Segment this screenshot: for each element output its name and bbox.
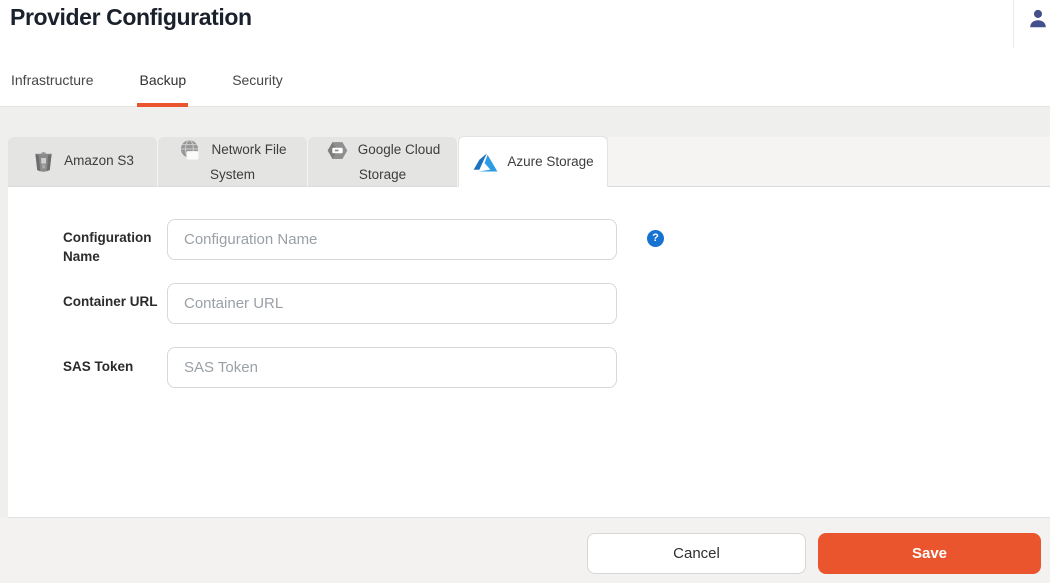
provider-form-panel: Configuration Name ? Container URL SAS T… bbox=[8, 187, 1050, 518]
azure-storage-icon bbox=[472, 150, 499, 175]
provider-tab-label: Network File System bbox=[210, 142, 287, 182]
sas-token-input[interactable] bbox=[167, 347, 617, 388]
help-icon[interactable]: ? bbox=[647, 230, 664, 247]
provider-tab-network-file-system[interactable]: Network File System bbox=[158, 137, 308, 187]
container-url-label: Container URL bbox=[63, 292, 163, 311]
tab-strip-filler bbox=[608, 137, 1050, 187]
sas-token-label: SAS Token bbox=[63, 357, 163, 376]
header-divider bbox=[1013, 0, 1014, 48]
cancel-button[interactable]: Cancel bbox=[587, 533, 806, 574]
provider-tab-label: Google Cloud Storage bbox=[358, 142, 441, 182]
provider-tab-amazon-s3[interactable]: Amazon S3 bbox=[8, 137, 158, 187]
container-url-input[interactable] bbox=[167, 283, 617, 324]
tab-security[interactable]: Security bbox=[232, 66, 283, 107]
page-title: Provider Configuration bbox=[10, 4, 252, 31]
provider-tab-label: Azure Storage bbox=[507, 154, 593, 169]
header: Provider Configuration Infrastructure Ba… bbox=[0, 0, 1050, 107]
footer-bar: Cancel Save bbox=[0, 518, 1050, 583]
provider-tab-azure-storage[interactable]: Azure Storage bbox=[458, 136, 608, 187]
google-cloud-storage-icon bbox=[325, 138, 350, 163]
configuration-name-label: Configuration Name bbox=[63, 228, 163, 266]
amazon-s3-icon bbox=[31, 149, 56, 174]
user-icon[interactable] bbox=[1027, 8, 1049, 30]
tab-backup[interactable]: Backup bbox=[137, 66, 188, 107]
provider-tab-google-cloud-storage[interactable]: Google Cloud Storage bbox=[308, 137, 458, 187]
provider-tab-label: Amazon S3 bbox=[64, 153, 134, 168]
primary-nav: Infrastructure Backup Security bbox=[11, 66, 283, 107]
tab-infrastructure[interactable]: Infrastructure bbox=[11, 66, 93, 107]
configuration-name-input[interactable] bbox=[167, 219, 617, 260]
network-file-system-icon bbox=[178, 138, 203, 163]
provider-tab-strip: Amazon S3 Network File System Google Clo… bbox=[8, 137, 1050, 187]
save-button[interactable]: Save bbox=[818, 533, 1041, 574]
